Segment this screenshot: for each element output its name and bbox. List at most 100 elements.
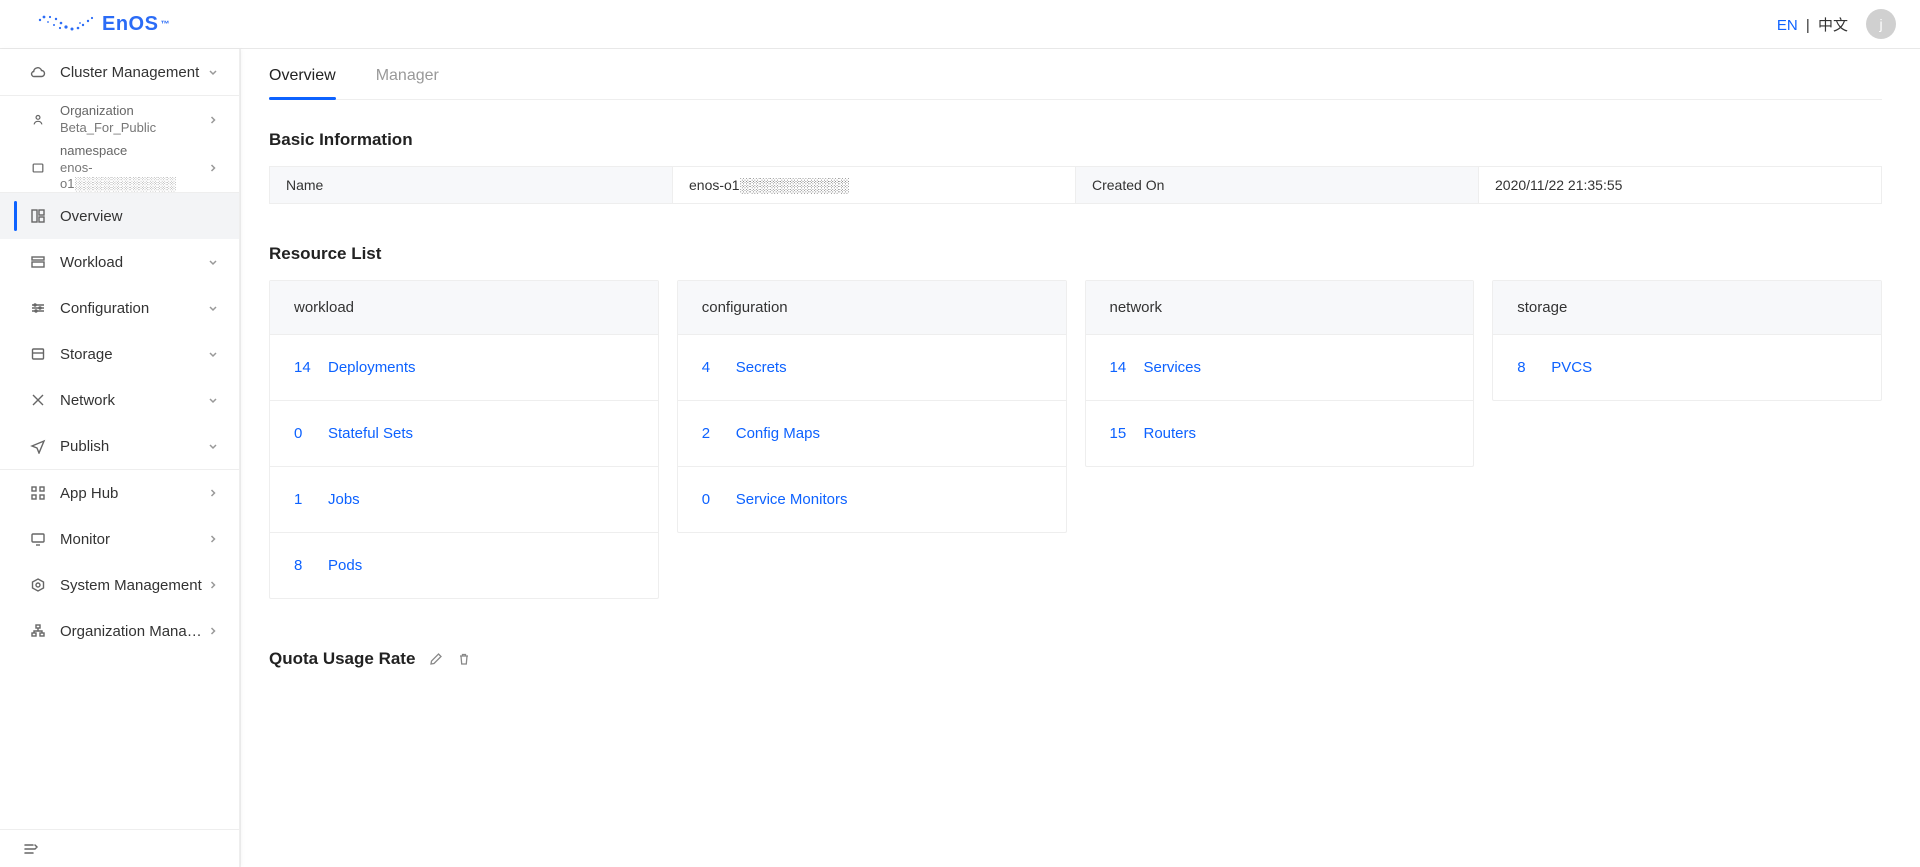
- monitor-icon: [30, 531, 46, 547]
- resource-card-head: storage: [1493, 281, 1881, 334]
- resource-card-network: network 14 Services 15 Routers: [1085, 280, 1475, 467]
- sidebar-item-storage[interactable]: Storage: [0, 331, 239, 377]
- info-name-label: Name: [270, 167, 673, 204]
- chevron-right-icon: [207, 162, 219, 174]
- sidebar-item-monitor[interactable]: Monitor: [0, 516, 239, 562]
- resource-list-title: Resource List: [269, 244, 1882, 264]
- resource-row-servicemonitors[interactable]: 0 Service Monitors: [678, 466, 1066, 532]
- sidebar-item-configuration[interactable]: Configuration: [0, 285, 239, 331]
- resource-row-pvcs[interactable]: 8 PVCS: [1493, 334, 1881, 400]
- sidebar-label: Workload: [60, 254, 207, 271]
- resource-name: Secrets: [736, 359, 787, 376]
- chevron-right-icon: [207, 579, 219, 591]
- resource-row-deployments[interactable]: 14 Deployments: [270, 334, 658, 400]
- sidebar-item-organization-management[interactable]: Organization Manage...: [0, 608, 239, 654]
- org-manage-icon: [30, 623, 46, 639]
- sidebar-item-publish[interactable]: Publish: [0, 423, 239, 469]
- resource-card-workload: workload 14 Deployments 0 Stateful Sets …: [269, 280, 659, 599]
- sidebar-item-app-hub[interactable]: App Hub: [0, 470, 239, 516]
- resource-card-configuration: configuration 4 Secrets 2 Config Maps 0 …: [677, 280, 1067, 533]
- edit-icon[interactable]: [429, 652, 443, 666]
- sidebar-item-network[interactable]: Network: [0, 377, 239, 423]
- sidebar-item-namespace[interactable]: namespace enos-o1░░░░░░░░░░░: [0, 144, 239, 192]
- resource-row-statefulsets[interactable]: 0 Stateful Sets: [270, 400, 658, 466]
- storage-icon: [30, 346, 46, 362]
- tabs: Overview Manager: [269, 55, 1882, 100]
- topbar: EnOS ™ EN | 中文 j: [0, 0, 1920, 49]
- cloud-icon: [30, 64, 46, 80]
- resource-count: 4: [702, 359, 724, 376]
- system-management-icon: [30, 577, 46, 593]
- resource-row-jobs[interactable]: 1 Jobs: [270, 466, 658, 532]
- main-content: Overview Manager Basic Information Name …: [240, 49, 1920, 867]
- resource-count: 0: [702, 491, 724, 508]
- sidebar-label: Cluster Management: [60, 64, 207, 81]
- basic-info-title: Basic Information: [269, 130, 1882, 150]
- resource-count: 1: [294, 491, 316, 508]
- sidebar-label: Monitor: [60, 531, 207, 548]
- brand-logo[interactable]: EnOS ™: [36, 13, 170, 36]
- resource-grid: workload 14 Deployments 0 Stateful Sets …: [269, 280, 1882, 599]
- lang-switch[interactable]: EN | 中文: [1777, 14, 1848, 35]
- network-icon: [30, 392, 46, 408]
- resource-card-head: network: [1086, 281, 1474, 334]
- resource-card-storage: storage 8 PVCS: [1492, 280, 1882, 401]
- dashboard-icon: [30, 208, 46, 224]
- resource-name: Jobs: [328, 491, 360, 508]
- brand-tm: ™: [160, 19, 170, 29]
- tab-overview[interactable]: Overview: [269, 55, 336, 99]
- sidebar-label: App Hub: [60, 485, 207, 502]
- sidebar-collapse-button[interactable]: [0, 829, 239, 867]
- delete-icon[interactable]: [457, 652, 471, 666]
- sidebar-item-organization[interactable]: Organization Beta_For_Public: [0, 96, 239, 144]
- sidebar-item-system-management[interactable]: System Management: [0, 562, 239, 608]
- organization-icon: [30, 112, 46, 128]
- chevron-down-icon: [207, 440, 219, 452]
- resource-row-pods[interactable]: 8 Pods: [270, 532, 658, 598]
- resource-count: 0: [294, 425, 316, 442]
- info-created-value: 2020/11/22 21:35:55: [1479, 167, 1882, 204]
- sidebar-label: Publish: [60, 438, 207, 455]
- workload-icon: [30, 254, 46, 270]
- brand-name: EnOS: [102, 13, 158, 36]
- resource-name: Config Maps: [736, 425, 820, 442]
- sidebar-label: Organization Manage...: [60, 623, 207, 640]
- lang-cn[interactable]: 中文: [1818, 17, 1848, 34]
- resource-name: Routers: [1144, 425, 1197, 442]
- lang-sep: |: [1806, 17, 1810, 34]
- sidebar-item-workload[interactable]: Workload: [0, 239, 239, 285]
- resource-row-services[interactable]: 14 Services: [1086, 334, 1474, 400]
- sidebar: Cluster Management Organization Beta_For…: [0, 49, 240, 867]
- namespace-icon: [30, 160, 46, 176]
- chevron-right-icon: [207, 533, 219, 545]
- resource-count: 15: [1110, 425, 1132, 442]
- resource-count: 8: [1517, 359, 1539, 376]
- chevron-down-icon: [207, 394, 219, 406]
- resource-row-secrets[interactable]: 4 Secrets: [678, 334, 1066, 400]
- sidebar-label: Overview: [60, 208, 219, 225]
- chevron-right-icon: [207, 487, 219, 499]
- resource-count: 14: [294, 359, 316, 376]
- chevron-down-icon: [207, 66, 219, 78]
- resource-name: PVCS: [1551, 359, 1592, 376]
- ns-label: namespace: [60, 143, 207, 160]
- basic-info-table: Name enos-o1░░░░░░░░░░░ Created On 2020/…: [269, 166, 1882, 204]
- resource-name: Service Monitors: [736, 491, 848, 508]
- user-avatar[interactable]: j: [1866, 9, 1896, 39]
- brand-icon: [36, 14, 96, 34]
- resource-row-configmaps[interactable]: 2 Config Maps: [678, 400, 1066, 466]
- avatar-letter: j: [1879, 16, 1882, 32]
- resource-row-routers[interactable]: 15 Routers: [1086, 400, 1474, 466]
- resource-name: Stateful Sets: [328, 425, 413, 442]
- chevron-right-icon: [207, 625, 219, 637]
- sidebar-item-overview[interactable]: Overview: [0, 193, 239, 239]
- lang-en[interactable]: EN: [1777, 17, 1798, 34]
- chevron-down-icon: [207, 302, 219, 314]
- tab-manager[interactable]: Manager: [376, 55, 439, 99]
- resource-count: 14: [1110, 359, 1132, 376]
- sidebar-label: System Management: [60, 577, 207, 594]
- info-name-value: enos-o1░░░░░░░░░░░: [673, 167, 1076, 204]
- resource-count: 2: [702, 425, 724, 442]
- chevron-down-icon: [207, 256, 219, 268]
- sidebar-item-cluster-management[interactable]: Cluster Management: [0, 49, 239, 95]
